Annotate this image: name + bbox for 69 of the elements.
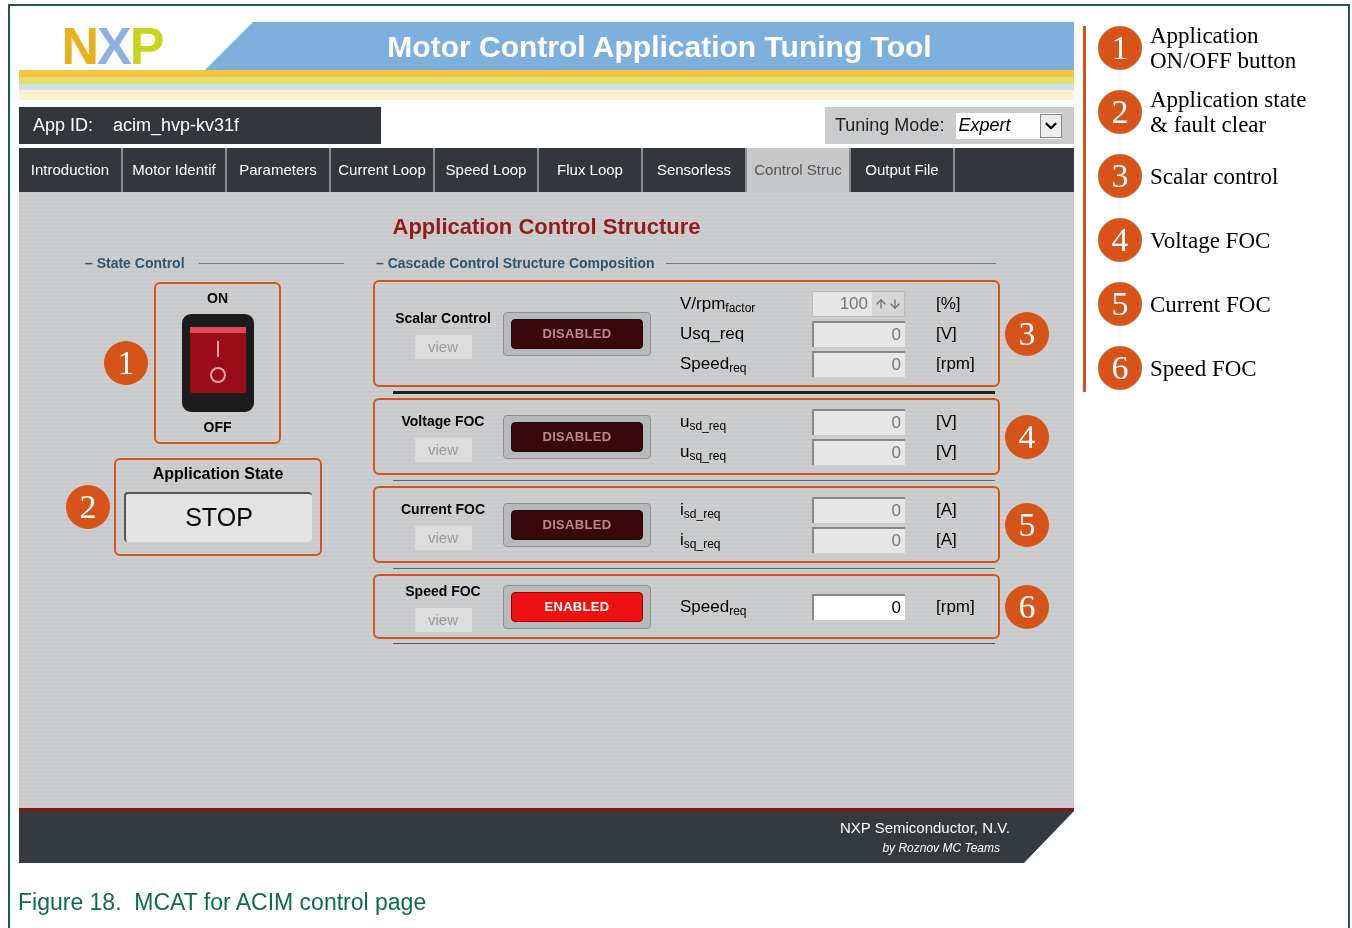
unit-label: [V] bbox=[936, 440, 957, 463]
tab[interactable]: Control Struc bbox=[747, 148, 851, 192]
parameter-label: Speed$_{req}$ bbox=[680, 595, 748, 620]
legend-text: Speed FOC bbox=[1150, 355, 1258, 381]
parameter-label: u$_{sq_req}$ bbox=[680, 440, 728, 465]
status-button[interactable]: DISABLED bbox=[511, 509, 643, 540]
app-id-value: acim_hvp-kv31f bbox=[113, 114, 240, 138]
unit-label: [A] bbox=[936, 498, 957, 521]
callout-number: 2 bbox=[1098, 90, 1142, 134]
parameter-label: i$_{sd_req}$ bbox=[680, 498, 722, 523]
callout-number: 3 bbox=[1005, 311, 1049, 356]
legend-text: Application ON/OFF button bbox=[1150, 23, 1298, 73]
parameter-label: V/rpm$_{factor}$ bbox=[680, 292, 757, 317]
legend-text: Voltage FOC bbox=[1150, 227, 1272, 253]
tuning-mode-label: Tuning Mode: bbox=[835, 114, 945, 137]
status-button[interactable]: ENABLED bbox=[511, 591, 643, 622]
callout-number: 4 bbox=[1005, 414, 1049, 459]
input-field[interactable]: 0 bbox=[812, 408, 905, 435]
block-title: Voltage FOC bbox=[401, 412, 485, 431]
callout-number: 1 bbox=[1098, 26, 1142, 70]
callout-number: 2 bbox=[66, 485, 110, 529]
section-title: – State Control bbox=[85, 254, 185, 273]
state-button[interactable]: STOP bbox=[124, 492, 312, 542]
rocker-switch[interactable] bbox=[180, 313, 255, 413]
input-field[interactable]: 0 bbox=[812, 350, 905, 377]
parameter-label: u$_{sd_req}$ bbox=[680, 410, 728, 435]
spinner-field[interactable]: 100 bbox=[812, 290, 905, 317]
legend-text: Scalar control bbox=[1150, 163, 1280, 189]
unit-label: [V] bbox=[936, 322, 957, 345]
block-title: Current FOC bbox=[401, 500, 485, 519]
on-label: ON bbox=[207, 289, 228, 308]
status-button[interactable]: DISABLED bbox=[511, 421, 643, 452]
unit-label: [A] bbox=[936, 528, 957, 551]
block-title: Scalar Control bbox=[395, 309, 491, 328]
company-name: NXP Semiconductor, N.V. bbox=[839, 817, 1010, 838]
unit-label: [%] bbox=[936, 292, 961, 315]
block-title: Speed FOC bbox=[405, 582, 481, 601]
unit-label: [rpm] bbox=[936, 352, 975, 375]
credit-text: by Roznov MC Teams bbox=[882, 840, 1000, 858]
tuning-mode-select[interactable]: Expert bbox=[956, 112, 1063, 139]
input-field[interactable]: 0 bbox=[812, 496, 905, 523]
section-title: – Cascade Control Structure Composition bbox=[376, 254, 655, 273]
legend-text: Application state & fault clear bbox=[1150, 87, 1308, 137]
callout-number: 3 bbox=[1098, 154, 1142, 198]
callout-number: 6 bbox=[1005, 584, 1049, 629]
off-label: OFF bbox=[203, 418, 232, 437]
input-field[interactable]: 0 bbox=[812, 526, 905, 553]
legend-text: Current FOC bbox=[1150, 291, 1272, 317]
unit-label: [V] bbox=[936, 410, 957, 433]
callout-number: 5 bbox=[1098, 282, 1142, 326]
callout-number: 4 bbox=[1098, 218, 1142, 262]
callout-number: 1 bbox=[104, 341, 148, 385]
callout-number: 5 bbox=[1005, 502, 1049, 547]
state-title: Application State bbox=[152, 464, 284, 484]
app-title: Motor Control Application Tuning Tool bbox=[387, 28, 932, 65]
chevron-down-icon[interactable] bbox=[1040, 113, 1063, 138]
parameter-label: i$_{sq_req}$ bbox=[680, 528, 722, 553]
parameter-label: Speed$_{req}$ bbox=[680, 352, 748, 377]
unit-label: [rpm] bbox=[936, 595, 975, 618]
app-id-label: App ID: bbox=[33, 114, 94, 137]
figure-caption: Figure 18. MCAT for ACIM control page bbox=[18, 888, 427, 917]
page-title: Application Control Structure bbox=[392, 213, 701, 241]
input-field[interactable]: 0 bbox=[812, 593, 905, 620]
logo: NXP bbox=[60, 22, 164, 70]
parameter-label: Usq_req bbox=[680, 322, 746, 345]
input-field[interactable]: 0 bbox=[812, 320, 905, 347]
status-button[interactable]: DISABLED bbox=[511, 318, 643, 349]
input-field[interactable]: 0 bbox=[812, 438, 905, 465]
callout-number: 6 bbox=[1098, 346, 1142, 390]
